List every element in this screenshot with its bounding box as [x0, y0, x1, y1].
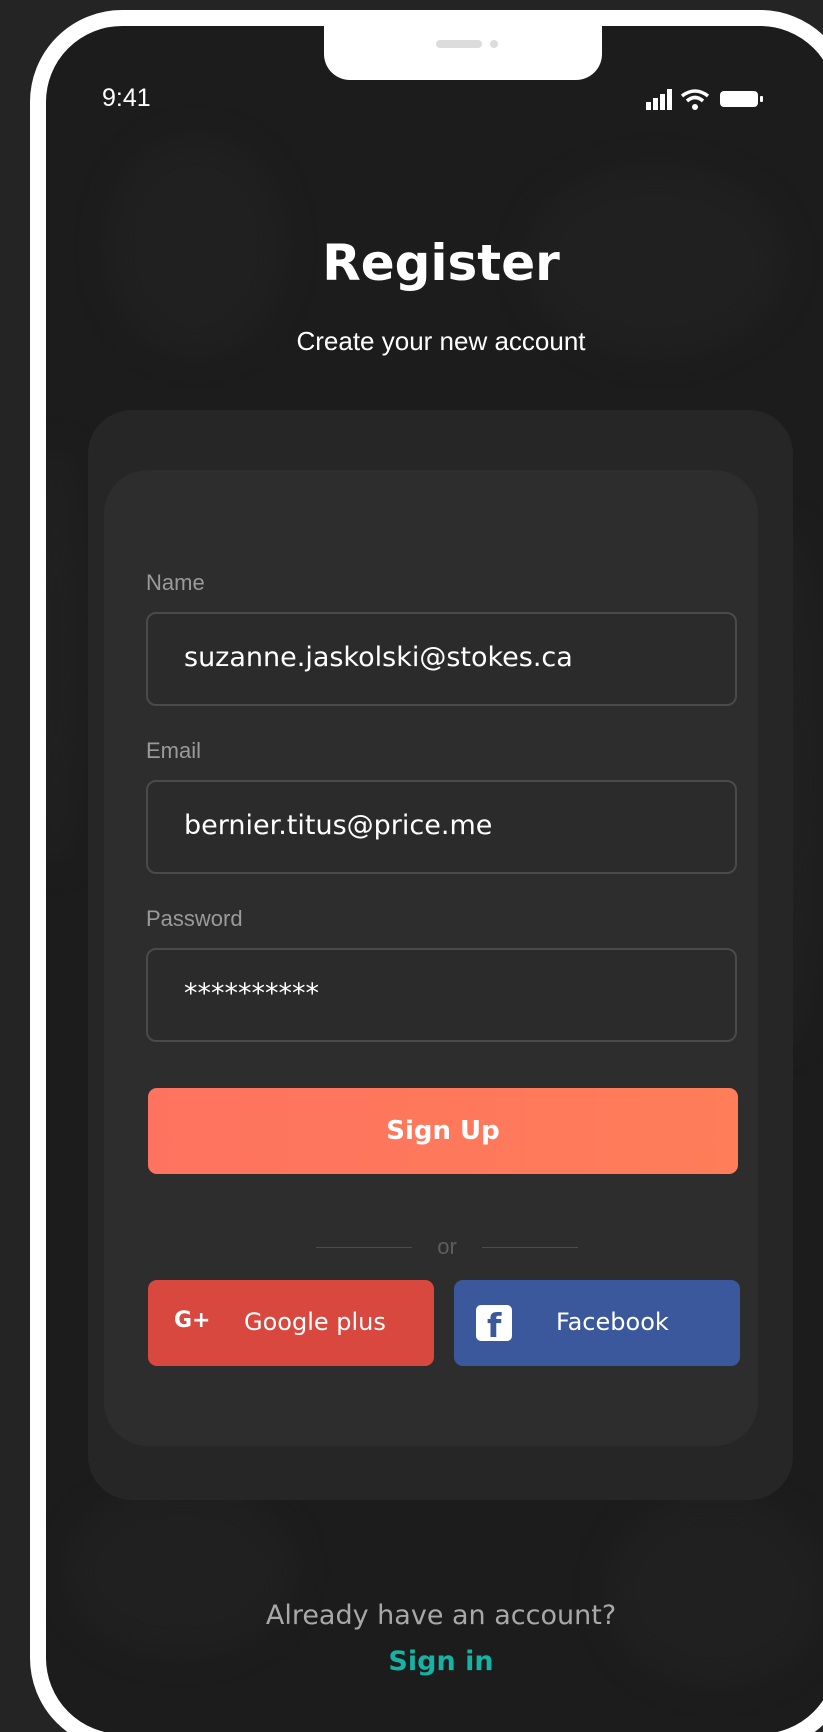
divider-line	[316, 1247, 412, 1248]
phone-frame: 9:41 Register Create your new account Na…	[30, 10, 823, 1732]
or-divider: or	[316, 1232, 578, 1262]
battery-icon	[720, 91, 763, 107]
phone-notch	[324, 26, 602, 80]
password-label: Password	[146, 906, 243, 931]
status-icons	[646, 89, 763, 110]
already-have-account-text: Already have an account?	[265, 1600, 617, 1631]
divider-text: or	[437, 1234, 457, 1259]
email-label: Email	[146, 738, 202, 763]
facebook-icon: f	[476, 1305, 512, 1345]
screen-background: 9:41 Register Create your new account Na…	[0, 0, 823, 1732]
divider-line	[482, 1247, 578, 1248]
signal-icon	[646, 89, 672, 110]
google-plus-label: Google plus	[244, 1308, 386, 1336]
google-plus-icon: G+	[174, 1308, 211, 1333]
email-field-value: bernier.titus@price.me	[184, 810, 493, 841]
map-decoration	[46, 446, 86, 866]
facebook-button[interactable]: f Facebook	[454, 1280, 740, 1366]
name-field[interactable]: suzanne.jaskolski@stokes.ca	[146, 612, 737, 706]
password-field-value: **********	[184, 978, 319, 1009]
name-label: Name	[146, 570, 205, 595]
name-field-value: suzanne.jaskolski@stokes.ca	[184, 642, 573, 673]
page-subtitle: Create your new account	[296, 326, 586, 356]
speaker-grille	[436, 40, 482, 48]
sign-in-link[interactable]: Sign in	[46, 1646, 823, 1677]
wifi-icon	[680, 89, 710, 110]
camera-dot	[490, 40, 498, 48]
status-time: 9:41	[102, 84, 151, 112]
email-field[interactable]: bernier.titus@price.me	[146, 780, 737, 874]
page-title: Register	[322, 234, 560, 292]
password-field[interactable]: **********	[146, 948, 737, 1042]
facebook-label: Facebook	[556, 1308, 669, 1336]
google-plus-button[interactable]: G+ Google plus	[148, 1280, 434, 1366]
sign-up-button[interactable]: Sign Up	[148, 1088, 738, 1174]
